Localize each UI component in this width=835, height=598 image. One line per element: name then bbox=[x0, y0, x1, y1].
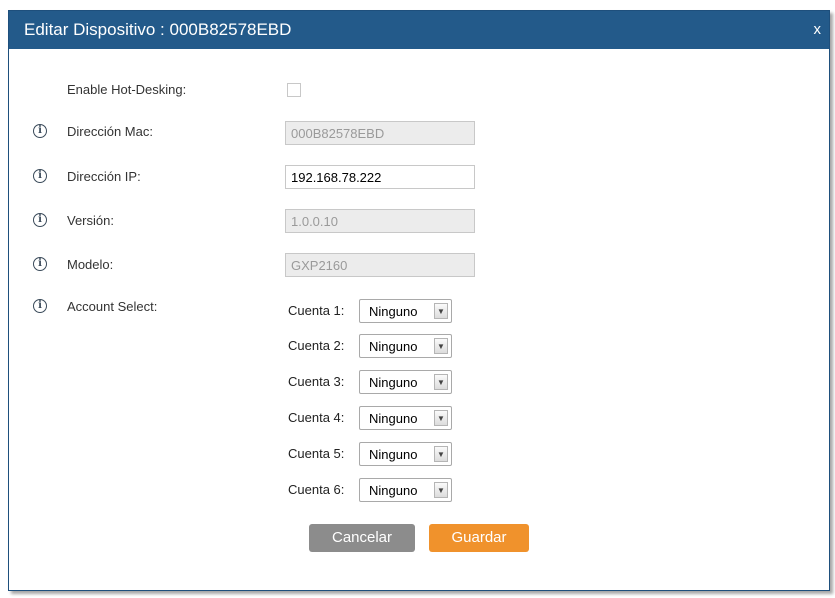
hot-desking-label: Enable Hot-Desking: bbox=[67, 82, 187, 97]
account-select-label: Account Select: bbox=[67, 299, 158, 314]
close-button[interactable]: x bbox=[814, 21, 822, 38]
chevron-down-icon[interactable]: ▼ bbox=[434, 374, 448, 390]
version-label: Versión: bbox=[67, 213, 114, 228]
version-field bbox=[285, 209, 475, 233]
ip-field[interactable] bbox=[285, 165, 475, 189]
chevron-down-icon[interactable]: ▼ bbox=[434, 446, 448, 462]
model-field bbox=[285, 253, 475, 277]
info-icon[interactable]: i bbox=[33, 257, 47, 271]
dialog-titlebar: Editar Dispositivo : 000B82578EBD x bbox=[9, 11, 829, 49]
account-6-select[interactable]: Ninguno ▼ bbox=[359, 478, 452, 502]
cancel-button[interactable]: Cancelar bbox=[309, 524, 415, 552]
account-1-select[interactable]: Ninguno ▼ bbox=[359, 299, 452, 323]
account-2-select[interactable]: Ninguno ▼ bbox=[359, 334, 452, 358]
chevron-down-icon[interactable]: ▼ bbox=[434, 482, 448, 498]
account-1-value: Ninguno bbox=[369, 304, 418, 319]
account-2-value: Ninguno bbox=[369, 339, 418, 354]
account-6-value: Ninguno bbox=[369, 483, 418, 498]
account-6-label: Cuenta 6: bbox=[288, 482, 345, 497]
account-4-select[interactable]: Ninguno ▼ bbox=[359, 406, 452, 430]
account-5-select[interactable]: Ninguno ▼ bbox=[359, 442, 452, 466]
info-icon[interactable]: i bbox=[33, 299, 47, 313]
chevron-down-icon[interactable]: ▼ bbox=[434, 410, 448, 426]
account-4-value: Ninguno bbox=[369, 411, 418, 426]
account-3-select[interactable]: Ninguno ▼ bbox=[359, 370, 452, 394]
account-5-value: Ninguno bbox=[369, 447, 418, 462]
chevron-down-icon[interactable]: ▼ bbox=[434, 303, 448, 319]
hot-desking-checkbox[interactable] bbox=[287, 83, 301, 97]
info-icon[interactable]: i bbox=[33, 124, 47, 138]
chevron-down-icon[interactable]: ▼ bbox=[434, 338, 448, 354]
account-3-value: Ninguno bbox=[369, 375, 418, 390]
edit-device-dialog: Editar Dispositivo : 000B82578EBD x Enab… bbox=[8, 10, 830, 591]
account-5-label: Cuenta 5: bbox=[288, 446, 345, 461]
account-4-label: Cuenta 4: bbox=[288, 410, 345, 425]
info-icon[interactable]: i bbox=[33, 169, 47, 183]
ip-label: Dirección IP: bbox=[67, 169, 141, 184]
account-2-label: Cuenta 2: bbox=[288, 338, 345, 353]
info-icon[interactable]: i bbox=[33, 213, 47, 227]
model-label: Modelo: bbox=[67, 257, 114, 272]
save-button[interactable]: Guardar bbox=[429, 524, 529, 552]
dialog-title: Editar Dispositivo : 000B82578EBD bbox=[24, 20, 292, 39]
account-1-label: Cuenta 1: bbox=[288, 303, 345, 318]
mac-label: Dirección Mac: bbox=[67, 124, 153, 139]
account-3-label: Cuenta 3: bbox=[288, 374, 345, 389]
mac-field bbox=[285, 121, 475, 145]
